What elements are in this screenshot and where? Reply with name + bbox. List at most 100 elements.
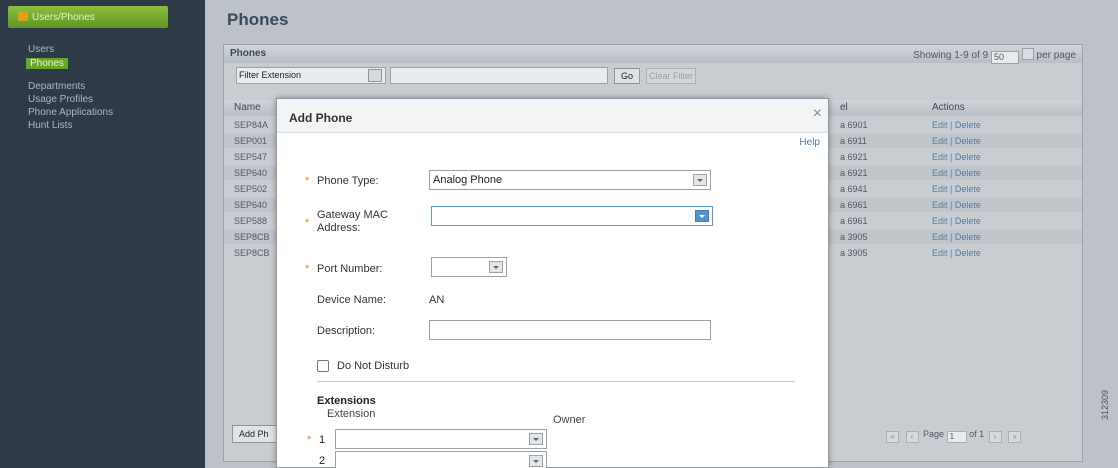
description-input[interactable] (429, 320, 711, 340)
row-actions-link[interactable]: Edit | Delete (932, 216, 981, 226)
sidebar-item-phones[interactable]: Phones (26, 58, 68, 69)
required-marker: * (305, 175, 310, 187)
row-model: a 6921 (840, 152, 868, 162)
extension-row-number: 1 (319, 434, 326, 446)
row-name: SEP8CB (234, 232, 270, 242)
row-model: a 3905 (840, 248, 868, 258)
add-phone-button[interactable]: Add Ph (232, 425, 280, 443)
row-name: SEP588 (234, 216, 268, 226)
column-name[interactable]: Name (234, 102, 261, 113)
row-name: SEP640 (234, 200, 268, 210)
row-name: SEP640 (234, 168, 268, 178)
row-model: a 6941 (840, 184, 868, 194)
per-page-label: per page (1036, 50, 1076, 61)
chevron-down-icon[interactable] (1021, 48, 1034, 60)
required-marker: * (305, 263, 310, 275)
dialog-title-bar: Add Phone × (277, 99, 828, 133)
help-link[interactable]: Help (799, 137, 820, 148)
row-name: SEP84A (234, 120, 269, 130)
row-actions-link[interactable]: Edit | Delete (932, 136, 981, 146)
extension-row-number: 2 (319, 455, 326, 467)
row-actions-link[interactable]: Edit | Delete (932, 200, 981, 210)
go-button[interactable]: Go (614, 68, 640, 84)
figure-id-watermark: 312309 (1100, 389, 1110, 420)
device-name-value: AN (429, 294, 445, 306)
gateway-mac-label-line2: Address: (317, 222, 361, 234)
gateway-mac-select[interactable] (431, 206, 713, 226)
row-model: a 3905 (840, 232, 868, 242)
row-actions-link[interactable]: Edit | Delete (932, 184, 981, 194)
column-model[interactable]: el (840, 102, 848, 113)
dialog-title: Add Phone (289, 111, 353, 125)
row-name: SEP001 (234, 136, 268, 146)
required-marker: * (307, 434, 312, 446)
chevron-down-icon[interactable] (529, 433, 543, 445)
pager: « ‹ Page 1 of 1 › » (884, 429, 1023, 443)
owner-column-header: Owner (553, 414, 586, 426)
description-label: Description: (317, 325, 376, 337)
extensions-title: Extensions (317, 395, 376, 407)
sidebar-item-usage-profiles[interactable]: Usage Profiles (28, 94, 93, 105)
page-label: Page (923, 429, 945, 439)
row-actions-link[interactable]: Edit | Delete (932, 120, 981, 130)
device-name-label: Device Name: (317, 294, 387, 306)
row-name: SEP502 (234, 184, 268, 194)
filter-select[interactable]: Filter Extension (236, 67, 386, 84)
row-actions-link[interactable]: Edit | Delete (932, 168, 981, 178)
first-page-icon[interactable]: « (886, 431, 899, 443)
page-number-input[interactable]: 1 (946, 431, 967, 443)
gateway-mac-label-line1: Gateway MAC (317, 209, 388, 221)
folder-icon (18, 11, 28, 21)
row-model: a 6901 (840, 120, 868, 130)
sidebar-item-users[interactable]: Users (28, 44, 54, 55)
row-model: a 6961 (840, 200, 868, 210)
chevron-down-icon[interactable] (693, 174, 707, 186)
do-not-disturb-checkbox[interactable] (317, 360, 329, 372)
page-of-label: of 1 (969, 429, 985, 439)
panel-title: Phones (230, 48, 267, 59)
sidebar-item-hunt-lists[interactable]: Hunt Lists (28, 120, 72, 131)
last-page-icon[interactable]: » (1008, 431, 1022, 443)
extension-select-1[interactable] (335, 429, 547, 449)
row-actions-link[interactable]: Edit | Delete (932, 248, 981, 258)
sidebar-header-label: Users/Phones (32, 12, 95, 23)
next-page-icon[interactable]: › (988, 431, 1002, 443)
phone-type-select[interactable]: Analog Phone (429, 170, 711, 190)
sidebar-item-phone-applications[interactable]: Phone Applications (28, 107, 113, 118)
filter-label: Filter (239, 70, 259, 80)
prev-page-icon[interactable]: ‹ (905, 431, 919, 443)
row-name: SEP547 (234, 152, 268, 162)
row-actions-link[interactable]: Edit | Delete (932, 232, 981, 242)
phone-type-value: Analog Phone (433, 174, 503, 186)
chevron-down-icon[interactable] (529, 455, 543, 467)
phone-type-label: Phone Type: (317, 175, 379, 187)
row-model: a 6961 (840, 216, 868, 226)
sidebar: Users/Phones Users Phones Departments Us… (0, 0, 205, 468)
port-number-label: Port Number: (317, 263, 383, 275)
extension-column-header: Extension (327, 408, 376, 420)
sidebar-item-departments[interactable]: Departments (28, 81, 85, 92)
per-page-select[interactable]: 50 (990, 51, 1019, 64)
gateway-mac-label: Gateway MAC Address: (317, 209, 388, 235)
sidebar-header-users-phones[interactable]: Users/Phones (8, 6, 168, 28)
showing-count: Showing 1-9 of 9 (913, 50, 989, 61)
pagination-summary: Showing 1-9 of 9 50 per page (913, 48, 1076, 64)
chevron-down-icon[interactable] (368, 69, 382, 82)
page-title: Phones (227, 10, 289, 29)
chevron-down-icon[interactable] (695, 210, 709, 222)
chevron-down-icon[interactable] (489, 261, 503, 273)
required-marker: * (305, 217, 310, 229)
row-name: SEP8CB (234, 248, 270, 258)
extension-select-2[interactable] (335, 451, 547, 468)
do-not-disturb-label: Do Not Disturb (337, 360, 410, 372)
filter-input[interactable] (390, 67, 608, 84)
panel-header: Phones Showing 1-9 of 9 50 per page (224, 45, 1082, 64)
filter-value: Extension (261, 70, 302, 80)
clear-filter-button[interactable]: Clear Filter (646, 68, 696, 84)
port-number-select[interactable] (431, 257, 507, 277)
add-phone-dialog: Add Phone × Help * Phone Type: Analog Ph… (276, 98, 829, 468)
row-model: a 6911 (840, 136, 867, 146)
close-icon[interactable]: × (813, 105, 822, 123)
row-actions-link[interactable]: Edit | Delete (932, 152, 981, 162)
column-actions: Actions (932, 102, 965, 113)
